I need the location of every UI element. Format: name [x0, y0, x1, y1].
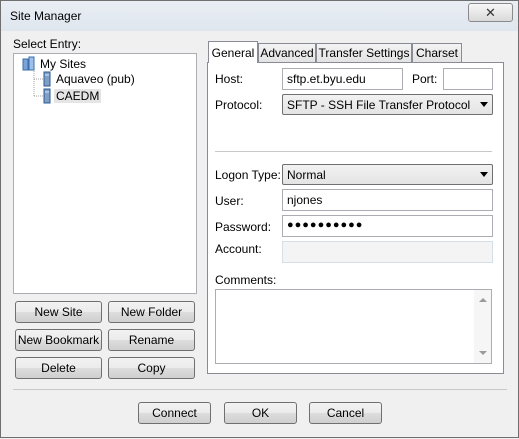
title-bar: Site Manager ✕: [1, 1, 518, 31]
ok-button[interactable]: OK: [224, 402, 297, 424]
window-title: Site Manager: [10, 9, 82, 23]
server-icon: [43, 71, 51, 87]
tree-item-label: My Sites: [40, 57, 87, 71]
server-icon: [43, 88, 51, 104]
tree-item-label: Aquaveo (pub): [56, 72, 135, 86]
tree-item-label: CAEDM: [54, 89, 102, 103]
tab-advanced[interactable]: Advanced: [258, 43, 316, 62]
new-site-button[interactable]: New Site: [15, 301, 102, 323]
site-folder-icon: [22, 56, 35, 71]
delete-button[interactable]: Delete: [15, 357, 102, 379]
cancel-button[interactable]: Cancel: [309, 402, 382, 424]
general-panel: [207, 62, 504, 374]
tab-general[interactable]: General: [208, 41, 258, 63]
copy-button[interactable]: Copy: [108, 357, 195, 379]
new-folder-button[interactable]: New Folder: [108, 301, 195, 323]
close-icon: ✕: [485, 4, 496, 20]
close-button[interactable]: ✕: [468, 3, 513, 22]
tree-item-caedm[interactable]: CAEDM: [40, 88, 102, 104]
tree-item-aquaveo[interactable]: Aquaveo (pub): [40, 71, 137, 87]
select-entry-label: Select Entry:: [13, 37, 82, 51]
rename-button[interactable]: Rename: [108, 329, 195, 351]
site-tree[interactable]: My Sites Aquaveo (pub) CAEDM: [13, 53, 197, 294]
connect-button[interactable]: Connect: [138, 402, 211, 424]
footer-divider: [13, 389, 507, 390]
site-manager-window: Site Manager ✕ Select Entry: My Sites Aq…: [0, 0, 519, 438]
tab-transfer-settings[interactable]: Transfer Settings: [316, 43, 412, 62]
tab-charset[interactable]: Charset: [412, 43, 462, 62]
tree-item-my-sites[interactable]: My Sites: [20, 56, 88, 72]
new-bookmark-button[interactable]: New Bookmark: [15, 329, 102, 351]
